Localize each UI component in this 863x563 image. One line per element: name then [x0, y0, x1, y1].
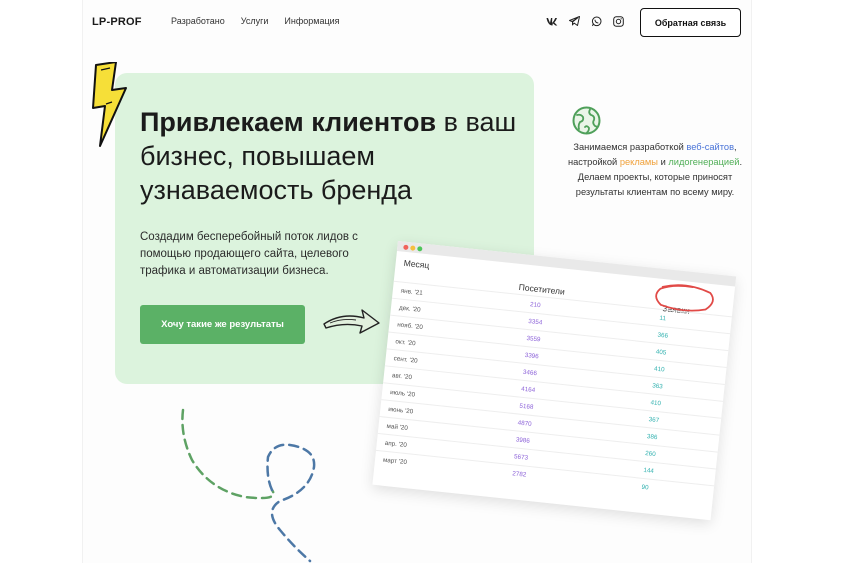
row-month: март '20 — [382, 456, 408, 467]
cta-button[interactable]: Хочу такие же результаты — [140, 305, 305, 344]
social-links — [545, 14, 625, 28]
row-visitors: 4164 — [520, 385, 536, 395]
arrow-icon — [323, 309, 380, 334]
telegram-icon[interactable] — [567, 14, 581, 28]
headline-bold: Привлекаем клиентов — [140, 107, 437, 137]
row-month: окт. '20 — [395, 338, 416, 348]
row-visitors: 3986 — [515, 436, 531, 445]
desc-text-1: Занимаемся разработкой — [573, 142, 687, 152]
row-leads: 90 — [641, 483, 649, 492]
row-month: июнь '20 — [387, 405, 414, 416]
row-leads: 260 — [644, 450, 656, 459]
col-month: Месяц — [403, 257, 430, 271]
stats-table-image: Месяц Посетители Заявки янв. '21 210 11 дек… — [372, 241, 737, 521]
nav-item-info[interactable]: Информация — [284, 16, 339, 26]
nav-item-services[interactable]: Услуги — [241, 16, 269, 26]
dashed-squiggle-decoration — [181, 408, 316, 563]
row-leads: 410 — [650, 399, 662, 408]
row-month: нояб. '20 — [396, 321, 424, 332]
maximize-dot-icon — [417, 246, 423, 252]
row-visitors: 3466 — [522, 368, 538, 378]
row-leads: 405 — [655, 348, 667, 357]
row-visitors: 3559 — [526, 334, 541, 344]
row-leads: 366 — [657, 331, 669, 340]
minimize-dot-icon — [410, 245, 416, 251]
feedback-button[interactable]: Обратная связь — [640, 8, 741, 37]
desc-text-3: и — [658, 157, 669, 167]
desc-word-leadgen: лидогенерацией — [668, 157, 740, 167]
row-visitors: 4870 — [517, 419, 532, 428]
row-month: июль '20 — [389, 389, 416, 399]
row-month: янв. '21 — [400, 287, 423, 297]
desc-word-ads: рекламы — [619, 157, 658, 167]
row-month: апр. '20 — [384, 439, 408, 450]
row-leads: 367 — [648, 416, 660, 425]
nav-item-developed[interactable]: Разработано — [171, 16, 225, 26]
about-description: Занимаемся разработкой веб-сайтов, настр… — [565, 140, 745, 200]
row-visitors: 5168 — [519, 402, 534, 412]
row-visitors: 5673 — [513, 453, 529, 462]
row-visitors: 2782 — [511, 470, 527, 479]
row-month: авг. '20 — [391, 372, 413, 382]
globe-icon — [572, 106, 601, 135]
instagram-icon[interactable] — [611, 14, 625, 28]
row-leads: 144 — [642, 466, 655, 475]
logo[interactable]: LP-PROF — [92, 16, 142, 28]
row-leads: 386 — [646, 433, 658, 442]
row-month: май '20 — [386, 422, 409, 433]
row-visitors: 3396 — [524, 351, 540, 361]
row-leads: 410 — [653, 365, 665, 374]
row-month: сент. '20 — [393, 355, 418, 365]
row-leads: 363 — [651, 382, 664, 391]
row-visitors: 210 — [529, 301, 541, 310]
close-dot-icon — [403, 244, 409, 251]
table-rows: янв. '21 210 11 дек. '20 3354 366 нояб. '20 355… — [374, 280, 732, 503]
vk-icon[interactable] — [545, 14, 559, 28]
hero-subtitle: Создадим бесперебойный поток лидов с пом… — [140, 231, 358, 277]
hero-headline: Привлекаем клиентов в ваш бизнес, повыша… — [140, 105, 520, 207]
whatsapp-icon[interactable] — [589, 14, 603, 28]
lightning-icon — [92, 62, 127, 147]
row-leads: 11 — [658, 314, 667, 323]
main-nav: Разработано Услуги Информация — [171, 16, 340, 26]
row-month: дек. '20 — [398, 304, 421, 314]
row-visitors: 3354 — [527, 318, 543, 327]
desc-word-websites: веб-сайтов — [686, 142, 735, 152]
